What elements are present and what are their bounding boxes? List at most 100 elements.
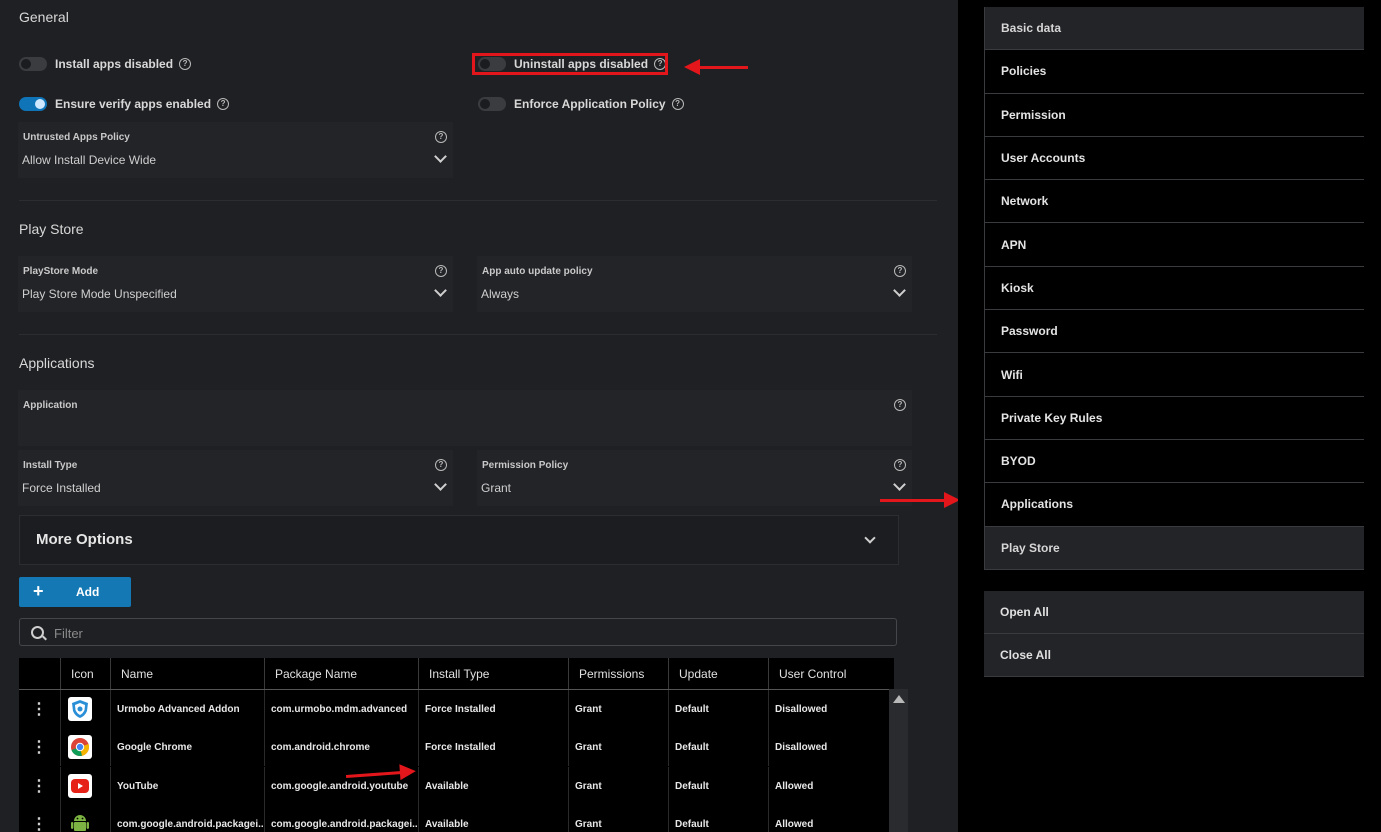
app-name: com.google.android.packagei...: [111, 805, 265, 832]
filter-input[interactable]: [52, 623, 876, 643]
column-header-package[interactable]: Package Name: [265, 658, 419, 689]
applications-table: Icon Name Package Name Install Type Perm…: [19, 658, 894, 832]
app-user-control: Allowed: [775, 818, 814, 830]
add-button[interactable]: + Add: [19, 577, 131, 607]
app-update: Default: [669, 805, 769, 832]
app-install-type: Available: [419, 767, 569, 805]
sidebar-item-policies[interactable]: Policies: [984, 50, 1364, 94]
table-row[interactable]: ⋮ YouTube com.google.android.youtube Ava…: [19, 767, 894, 805]
chevron-down-icon: [893, 284, 906, 297]
row-menu-icon[interactable]: ⋮: [19, 728, 61, 766]
app-name: YouTube: [111, 767, 265, 805]
row-menu-icon[interactable]: ⋮: [19, 767, 61, 805]
sidebar-item-user-accounts[interactable]: User Accounts: [984, 136, 1364, 181]
app-install-type: Force Installed: [419, 728, 569, 766]
ensure-verify-apps-row: Ensure verify apps enabled ?: [19, 97, 230, 111]
open-all-button[interactable]: Open All: [984, 591, 1364, 634]
app-user-control: Allowed: [775, 780, 814, 792]
install-type-select[interactable]: Install Type ? Force Installed: [18, 450, 453, 506]
column-header-update[interactable]: Update: [669, 658, 769, 689]
untrusted-apps-policy-select[interactable]: Untrusted Apps Policy ? Allow Install De…: [18, 122, 453, 178]
app-package: com.android.chrome: [265, 728, 419, 766]
more-options-title: More Options: [36, 531, 133, 548]
app-permissions: Grant: [569, 805, 669, 832]
ensure-verify-apps-toggle[interactable]: [19, 97, 47, 111]
app-user-control: Disallowed: [775, 703, 828, 715]
annotation-highlight-box: [472, 53, 668, 75]
permission-policy-value: Grant: [481, 481, 512, 495]
help-icon[interactable]: ?: [435, 131, 447, 143]
app-icon-cell: [61, 767, 111, 805]
untrusted-apps-policy-label: Untrusted Apps Policy: [23, 132, 130, 143]
column-header-name[interactable]: Name: [111, 658, 265, 689]
chevron-down-icon: [893, 478, 906, 491]
sidebar-item-network[interactable]: Network: [984, 180, 1364, 224]
app-permissions: Grant: [569, 767, 669, 805]
table-row[interactable]: ⋮ Urmobo Advanced Addon com.urmobo.mdm.a…: [19, 690, 894, 728]
close-all-button[interactable]: Close All: [984, 634, 1364, 677]
youtube-icon: [68, 774, 92, 798]
annotation-arrow-icon: [880, 492, 960, 508]
app-icon-cell: [61, 728, 111, 766]
application-label: Application: [23, 400, 78, 411]
help-icon[interactable]: ?: [894, 459, 906, 471]
install-apps-disabled-label: Install apps disabled: [55, 57, 174, 71]
sidebar-item-apn[interactable]: APN: [984, 223, 1364, 267]
column-header-user-control[interactable]: User Control: [769, 658, 894, 689]
app-update: Default: [669, 690, 769, 728]
chevron-down-icon: [434, 150, 447, 163]
application-field[interactable]: Application ?: [18, 390, 912, 446]
sidebar-item-play-store[interactable]: Play Store: [984, 526, 1364, 570]
app-name: Google Chrome: [111, 728, 265, 766]
help-icon[interactable]: ?: [671, 98, 684, 110]
app-install-type: Force Installed: [419, 690, 569, 728]
table-scrollbar[interactable]: [889, 689, 908, 832]
permission-policy-label: Permission Policy: [482, 460, 569, 471]
playstore-mode-value: Play Store Mode Unspecified: [22, 287, 177, 301]
app-auto-update-select[interactable]: App auto update policy ? Always: [477, 256, 912, 312]
sidebar-item-permission[interactable]: Permission: [984, 93, 1364, 137]
sidebar-item-applications[interactable]: Applications: [984, 483, 1364, 527]
sidebar-item-password[interactable]: Password: [984, 310, 1364, 354]
column-header-permissions[interactable]: Permissions: [569, 658, 669, 689]
app-package: com.google.android.packagei...: [265, 805, 419, 832]
plus-icon: +: [33, 581, 44, 601]
sidebar-item-byod[interactable]: BYOD: [984, 439, 1364, 484]
help-icon[interactable]: ?: [179, 58, 192, 70]
table-row[interactable]: ⋮ com.google.android.packagei... com.goo…: [19, 805, 894, 832]
app-install-type: Available: [419, 805, 569, 832]
sidebar-item-private-key-rules[interactable]: Private Key Rules: [984, 396, 1364, 440]
sidebar-item-wifi[interactable]: Wifi: [984, 353, 1364, 397]
install-type-label: Install Type: [23, 460, 78, 471]
app-permissions: Grant: [569, 728, 669, 766]
help-icon[interactable]: ?: [217, 98, 230, 110]
more-options-accordion[interactable]: More Options: [19, 515, 899, 565]
enforce-app-policy-toggle[interactable]: [478, 97, 506, 111]
playstore-mode-select[interactable]: PlayStore Mode ? Play Store Mode Unspeci…: [18, 256, 453, 312]
divider: [19, 200, 937, 201]
section-title-general: General: [19, 9, 69, 25]
row-menu-icon[interactable]: ⋮: [19, 805, 61, 832]
permission-policy-select[interactable]: Permission Policy ? Grant: [477, 450, 912, 506]
app-update: Default: [669, 728, 769, 766]
app-auto-update-label: App auto update policy: [482, 266, 593, 277]
section-title-play-store: Play Store: [19, 221, 84, 237]
sidebar-item-kiosk[interactable]: Kiosk: [984, 266, 1364, 311]
chevron-down-icon: [434, 478, 447, 491]
column-header-install-type[interactable]: Install Type: [419, 658, 569, 689]
help-icon[interactable]: ?: [435, 265, 447, 277]
column-header-icon[interactable]: Icon: [61, 658, 111, 689]
enforce-app-policy-label: Enforce Application Policy: [514, 97, 666, 111]
help-icon[interactable]: ?: [894, 399, 906, 411]
install-type-value: Force Installed: [22, 481, 101, 495]
playstore-mode-label: PlayStore Mode: [23, 266, 99, 277]
sidebar-item-basic-data[interactable]: Basic data: [984, 7, 1364, 51]
scroll-up-icon[interactable]: [893, 695, 905, 703]
help-icon[interactable]: ?: [435, 459, 447, 471]
table-row[interactable]: ⋮ Google Chrome com.android.chrome Force…: [19, 728, 894, 766]
untrusted-apps-policy-value: Allow Install Device Wide: [22, 153, 157, 167]
app-package: com.urmobo.mdm.advanced: [265, 690, 419, 728]
help-icon[interactable]: ?: [894, 265, 906, 277]
install-apps-disabled-toggle[interactable]: [19, 57, 47, 71]
row-menu-icon[interactable]: ⋮: [19, 690, 61, 728]
